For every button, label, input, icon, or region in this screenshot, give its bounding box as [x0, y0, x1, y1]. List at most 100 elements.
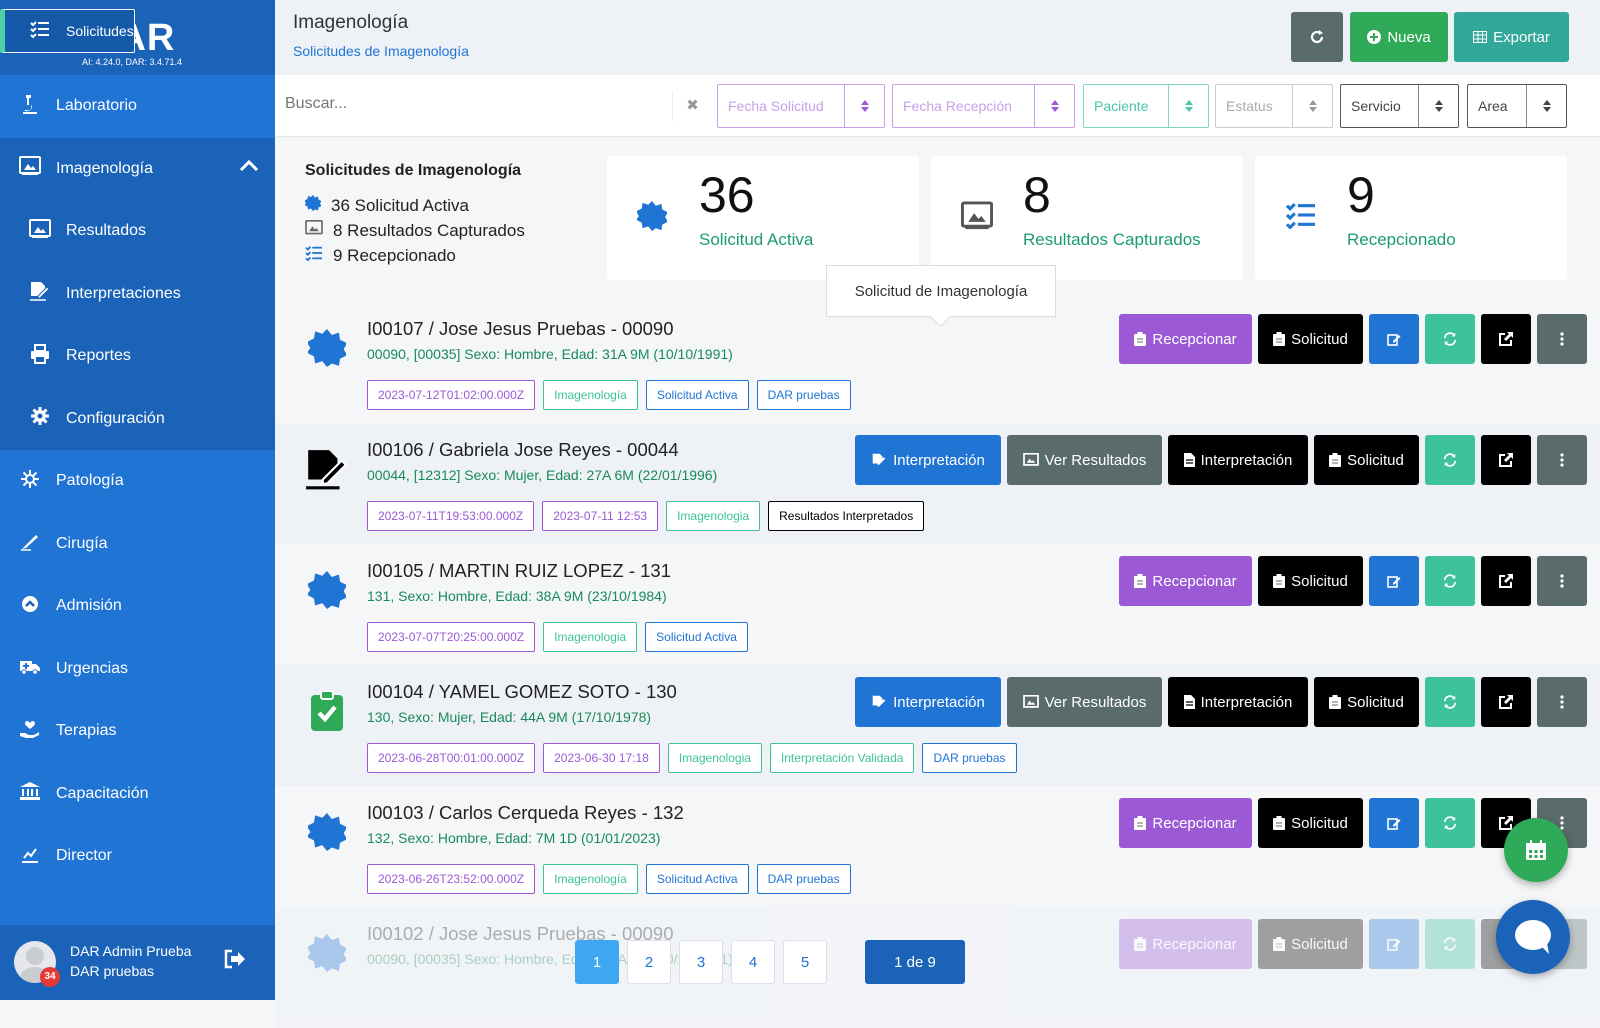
edit-button[interactable]	[1369, 314, 1419, 364]
more-options-button[interactable]	[1537, 556, 1587, 606]
external-link-icon	[1498, 331, 1514, 347]
sidebar-item-cirugia[interactable]: Cirugía	[0, 513, 275, 576]
recepcionar-button[interactable]: Recepcionar	[1119, 314, 1252, 364]
sync-button[interactable]	[1425, 919, 1475, 969]
sidebar-item-admision[interactable]: Admisión	[0, 575, 275, 638]
row-title[interactable]: I00105 / MARTIN RUIZ LOPEZ - 131	[367, 560, 671, 582]
open-external-button[interactable]	[1481, 677, 1531, 727]
solicitud-button-label: Solicitud	[1291, 814, 1348, 832]
servicio-select[interactable]: Servicio	[1340, 84, 1459, 128]
sidebar-item-director[interactable]: Director	[0, 825, 275, 888]
solicitud-button[interactable]: Solicitud	[1258, 919, 1363, 969]
sidebar-item-imagenologia[interactable]: Imagenología	[0, 137, 275, 200]
new-button[interactable]: Nueva	[1350, 12, 1448, 62]
row-actions: Recepcionar Solicitud	[1119, 556, 1587, 606]
edit-button[interactable]	[1369, 919, 1419, 969]
page-button[interactable]: 5	[783, 940, 827, 984]
logout-icon[interactable]	[224, 949, 246, 974]
sidebar-item-solicitudes[interactable]: Solicitudes	[0, 9, 135, 53]
open-external-button[interactable]	[1481, 435, 1531, 485]
recepcionar-button[interactable]: Recepcionar	[1119, 798, 1252, 848]
solicitud-button[interactable]: Solicitud	[1258, 798, 1363, 848]
sidebar-item-capacitacion[interactable]: Capacitación	[0, 763, 275, 826]
clipboard-icon	[1329, 453, 1342, 467]
page-button[interactable]: 3	[679, 940, 723, 984]
export-button[interactable]: Exportar	[1454, 12, 1569, 62]
calendar-button[interactable]	[1504, 818, 1568, 882]
interpretacion-doc-button[interactable]: Interpretación	[1168, 677, 1308, 727]
area-select[interactable]: Area	[1467, 84, 1567, 128]
edit-button[interactable]	[1369, 798, 1419, 848]
sync-button[interactable]	[1425, 435, 1475, 485]
solicitud-button[interactable]: Solicitud	[1258, 314, 1363, 364]
table-row[interactable]: I00103 / Carlos Cerqueda Reyes - 132 132,…	[275, 786, 1600, 907]
breadcrumb[interactable]: Solicitudes de Imagenología	[293, 43, 469, 59]
estatus-select[interactable]: Estatus	[1215, 84, 1333, 128]
open-external-button[interactable]	[1481, 556, 1531, 606]
ver-resultados-button-label: Ver Resultados	[1044, 451, 1147, 469]
sidebar-item-resultados[interactable]: Resultados	[0, 200, 275, 263]
stat-card-resultados[interactable]: 8 Resultados Capturados	[931, 156, 1243, 280]
row-subtitle: 130, Sexo: Mujer, Edad: 44A 9M (17/10/19…	[367, 709, 652, 725]
more-options-button[interactable]	[1537, 435, 1587, 485]
row-title[interactable]: I00107 / Jose Jesus Pruebas - 00090	[367, 318, 673, 340]
open-external-button[interactable]	[1481, 314, 1531, 364]
sync-icon	[1443, 937, 1457, 951]
sidebar-item-laboratorio[interactable]: Laboratorio	[0, 75, 275, 138]
status-badge: 2023-07-07T20:25:00.000Z	[367, 622, 536, 652]
sync-button[interactable]	[1425, 314, 1475, 364]
row-title[interactable]: I00103 / Carlos Cerqueda Reyes - 132	[367, 802, 684, 824]
page-button[interactable]: 1	[575, 940, 619, 984]
search-input[interactable]	[285, 95, 645, 113]
ver-resultados-button[interactable]: Ver Resultados	[1007, 435, 1162, 485]
table-row[interactable]: I00105 / MARTIN RUIZ LOPEZ - 131 131, Sex…	[275, 544, 1600, 665]
stat-card-recepcionado[interactable]: 9 Recepcionado	[1255, 156, 1567, 280]
sync-button[interactable]	[1425, 556, 1475, 606]
stat-card-solicitud-activa[interactable]: 36 Solicitud Activa	[607, 156, 919, 280]
sync-button[interactable]	[1425, 798, 1475, 848]
more-options-button[interactable]	[1537, 314, 1587, 364]
sync-button[interactable]	[1425, 677, 1475, 727]
sidebar-item-configuracion[interactable]: Configuración	[0, 387, 275, 450]
row-title[interactable]: I00106 / Gabriela Jose Reyes - 00044	[367, 439, 679, 461]
page-button[interactable]: 2	[627, 940, 671, 984]
sidebar-item-label: Laboratorio	[56, 97, 137, 115]
solicitud-button[interactable]: Solicitud	[1314, 677, 1419, 727]
page-button[interactable]: 4	[731, 940, 775, 984]
table-row[interactable]: I00106 / Gabriela Jose Reyes - 00044 0004…	[275, 423, 1600, 544]
sidebar-item-reportes[interactable]: Reportes	[0, 325, 275, 388]
status-badge: Imagenología	[543, 864, 638, 894]
more-options-button[interactable]	[1537, 677, 1587, 727]
chat-button[interactable]	[1496, 900, 1570, 974]
sidebar-item-urgencias[interactable]: Urgencias	[0, 638, 275, 701]
recepcionar-button[interactable]: Recepcionar	[1119, 556, 1252, 606]
interpretacion-doc-button[interactable]: Interpretación	[1168, 435, 1308, 485]
signature-icon	[26, 281, 54, 306]
edit-button[interactable]	[1369, 556, 1419, 606]
sidebar-item-terapias[interactable]: Terapias	[0, 700, 275, 763]
sidebar-item-patologia[interactable]: Patología	[0, 450, 275, 513]
interpretacion-edit-button[interactable]: Interpretación	[855, 435, 1001, 485]
select-label: Paciente	[1094, 98, 1149, 114]
solicitud-button[interactable]: Solicitud	[1258, 556, 1363, 606]
sidebar-item-label: Patología	[56, 472, 124, 490]
status-badge: Solicitud Activa	[645, 380, 749, 410]
status-badge: DAR pruebas	[756, 380, 851, 410]
ver-resultados-button[interactable]: Ver Resultados	[1007, 677, 1162, 727]
recepcionar-button[interactable]: Recepcionar	[1119, 919, 1252, 969]
row-title[interactable]: I00104 / YAMEL GOMEZ SOTO - 130	[367, 681, 677, 703]
notification-badge[interactable]: 34	[40, 967, 60, 987]
table-row[interactable]: I00104 / YAMEL GOMEZ SOTO - 130 130, Sexo…	[275, 665, 1600, 786]
filter-bar: ✖ Fecha Solicitud Fecha Recepción Pacien…	[275, 75, 1600, 137]
paciente-select[interactable]: Paciente	[1083, 84, 1209, 128]
clear-search-icon[interactable]: ✖	[672, 91, 712, 121]
refresh-button[interactable]	[1291, 12, 1343, 62]
chevron-up-icon[interactable]	[239, 158, 259, 177]
fecha-recepcion-select[interactable]: Fecha Recepción	[892, 84, 1075, 128]
kebab-icon	[1560, 453, 1564, 467]
fecha-solicitud-select[interactable]: Fecha Solicitud	[717, 84, 885, 128]
solicitud-button[interactable]: Solicitud	[1314, 435, 1419, 485]
sidebar-item-interpretaciones[interactable]: Interpretaciones	[0, 262, 275, 325]
interpretacion-edit-button[interactable]: Interpretación	[855, 677, 1001, 727]
page-header: Imagenología Solicitudes de Imagenología…	[275, 0, 1600, 75]
